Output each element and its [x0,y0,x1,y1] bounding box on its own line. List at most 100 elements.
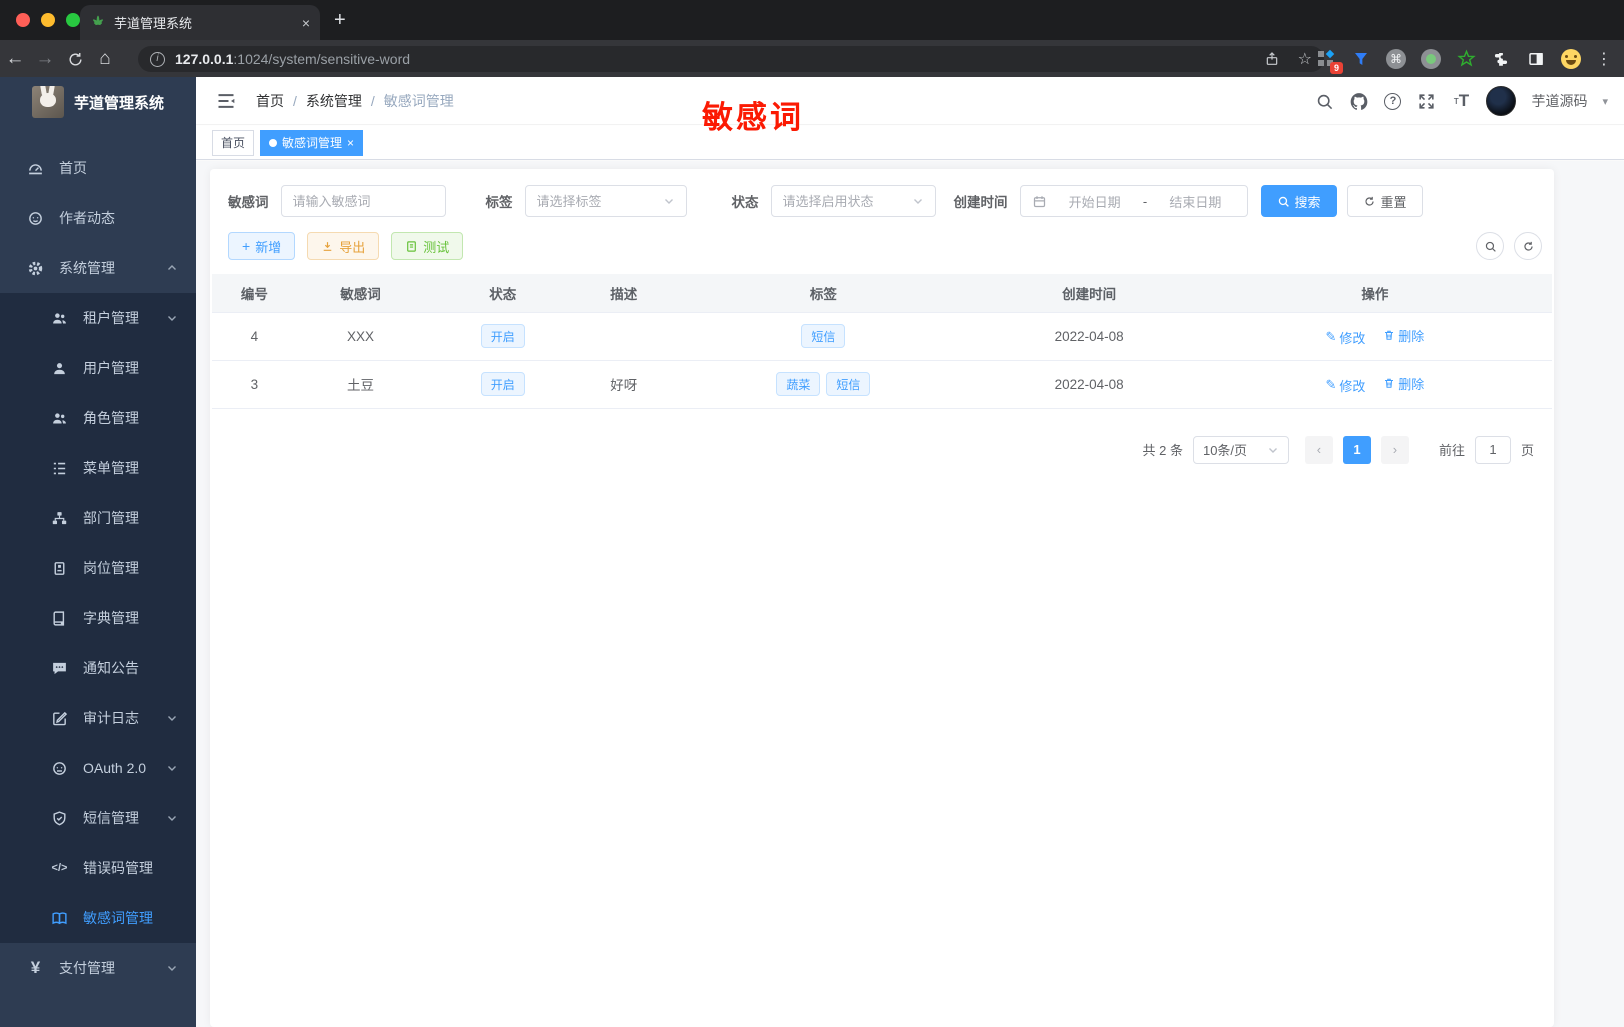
header-search-icon[interactable] [1314,91,1334,111]
sidebar-item-menu-mgmt[interactable]: 菜单管理 [0,443,196,493]
keyword-input[interactable] [280,185,446,217]
breadcrumb: 首页 / 系统管理 / 敏感词管理 [256,91,454,111]
prev-page-button[interactable]: ‹ [1304,435,1333,464]
search-button-label: 搜索 [1294,194,1321,210]
tag-select[interactable] [524,185,687,217]
side-panel-icon[interactable] [1526,49,1546,69]
share-icon[interactable] [1264,51,1280,67]
window-zoom-button[interactable] [66,13,80,27]
shield-check-icon [51,810,68,827]
sidebar-item-home[interactable]: 首页 [0,143,196,193]
sidebar-item-user[interactable]: 用户管理 [0,343,196,393]
status-select-field[interactable] [782,193,912,209]
breadcrumb-home[interactable]: 首页 [256,91,284,111]
sidebar-menu: 首页 作者动态 系统管理 租户管理 用户管理 角色管理 菜单管理 部门管理 岗位… [0,143,196,993]
date-start-placeholder[interactable]: 开始日期 [1055,192,1135,211]
export-button[interactable]: 导出 [307,232,380,260]
help-icon[interactable]: ? [1384,92,1402,110]
new-tab-button[interactable]: + [334,10,346,30]
sidebar-item-label: 首页 [59,160,87,176]
sidebar-item-dept[interactable]: 部门管理 [0,493,196,543]
test-button[interactable]: 测试 [391,232,464,260]
search-button[interactable]: 搜索 [1260,185,1337,217]
edit-link[interactable]: ✎ 修改 [1326,376,1366,395]
sidebar-item-audit[interactable]: 审计日志 [0,693,196,743]
sidebar-item-label: 角色管理 [83,410,139,426]
reset-button[interactable]: 重置 [1346,185,1423,217]
tag-view-sensitive-word[interactable]: 敏感词管理 × [260,129,364,156]
sidebar-item-role[interactable]: 角色管理 [0,393,196,443]
window-minimize-button[interactable] [41,13,55,27]
home-icon[interactable]: ⌂ [90,48,120,70]
refresh-table-button[interactable] [1514,232,1542,260]
forward-icon[interactable]: → [30,48,60,70]
sidebar-toggle-icon[interactable] [216,91,236,111]
sidebar-logo[interactable]: 芋道管理系统 [0,77,196,127]
browser-tab[interactable]: 芋道管理系统 × [80,5,320,40]
fullscreen-icon[interactable] [1416,91,1436,111]
site-info-icon[interactable]: i [150,51,165,67]
sidebar-item-errorcode[interactable]: </> 错误码管理 [0,843,196,893]
font-size-icon[interactable]: тT [1451,91,1471,111]
user-menu-caret-icon[interactable]: ▾ [1602,95,1608,108]
window-controls[interactable] [16,13,80,27]
tag-close-icon[interactable]: × [347,136,354,150]
address-bar[interactable]: i 127.0.0.1:1024/system/sensitive-word ☆ [138,46,1324,72]
browser-menu-icon[interactable]: ⋮ [1596,49,1612,69]
edit-link[interactable]: ✎ 修改 [1326,328,1366,347]
header-actions: ? тT 芋道源码 ▾ [1314,77,1608,125]
toggle-search-button[interactable] [1476,232,1504,260]
extension-record-icon[interactable] [1421,48,1441,69]
sidebar-item-post[interactable]: 岗位管理 [0,543,196,593]
next-page-button[interactable]: › [1380,435,1409,464]
browser-tab-strip: 芋道管理系统 × + [0,0,1624,40]
page-number-button[interactable]: 1 [1342,435,1371,464]
cell-word: 土豆 [296,360,425,409]
chevron-down-icon [168,716,176,721]
breadcrumb-system[interactable]: 系统管理 [306,91,362,111]
delete-link[interactable]: 删除 [1383,326,1424,345]
date-range-picker[interactable]: 开始日期 - 结束日期 [1019,185,1248,217]
bookmark-star-icon[interactable]: ☆ [1298,49,1312,69]
page-size-select[interactable]: 10条/页 [1192,435,1289,464]
url-host: 127.0.0.1 [175,51,234,67]
profile-emoji-icon[interactable] [1561,48,1581,69]
back-icon[interactable]: ← [0,48,30,70]
delete-link[interactable]: 删除 [1383,374,1424,393]
content-card: 敏感词 标签 状态 创建时间 [210,169,1554,1027]
window-close-button[interactable] [16,13,30,27]
sidebar-item-system[interactable]: 系统管理 [0,243,196,293]
reload-icon[interactable] [60,49,90,68]
sidebar-item-notice[interactable]: 通知公告 [0,643,196,693]
sidebar-item-tenant[interactable]: 租户管理 [0,293,196,343]
keyword-input-field[interactable] [292,193,434,209]
status-select[interactable] [770,185,936,217]
sidebar-item-payment[interactable]: ¥ 支付管理 [0,943,196,993]
extension-command-icon[interactable]: ⌘ [1386,48,1406,69]
extension-star-icon[interactable] [1456,49,1476,69]
extensions-puzzle-icon[interactable] [1491,49,1511,69]
extension-grid-icon[interactable]: 9 [1316,49,1343,74]
tag-view-home[interactable]: 首页 [212,129,255,156]
sidebar-item-author[interactable]: 作者动态 [0,193,196,243]
favicon-leaf-icon [93,15,103,25]
username[interactable]: 芋道源码 [1531,91,1587,111]
tag-select-field[interactable] [536,193,663,209]
tags-view-bar: 首页 敏感词管理 × [196,126,1624,160]
extension-funnel-icon[interactable] [1351,49,1371,69]
search-form: 敏感词 标签 状态 创建时间 [228,185,1536,217]
logo-rabbit-avatar [32,86,64,118]
pencil-icon: ✎ [1325,329,1337,344]
sidebar-item-oauth[interactable]: OAuth 2.0 [0,743,196,793]
date-end-placeholder[interactable]: 结束日期 [1155,192,1235,211]
user-avatar[interactable] [1486,86,1517,116]
goto-page-input[interactable] [1474,435,1511,464]
sidebar-item-sensitive-word[interactable]: 敏感词管理 [0,893,196,943]
sidebar-item-sms[interactable]: 短信管理 [0,793,196,843]
extensions-area: 9 ⌘ ⋮ [1316,40,1612,77]
tab-close-icon[interactable]: × [302,15,310,31]
github-icon[interactable] [1349,91,1369,111]
url-path: :1024/system/sensitive-word [233,51,411,67]
sidebar-item-dict[interactable]: 字典管理 [0,593,196,643]
add-button[interactable]: + 新增 [228,232,296,260]
